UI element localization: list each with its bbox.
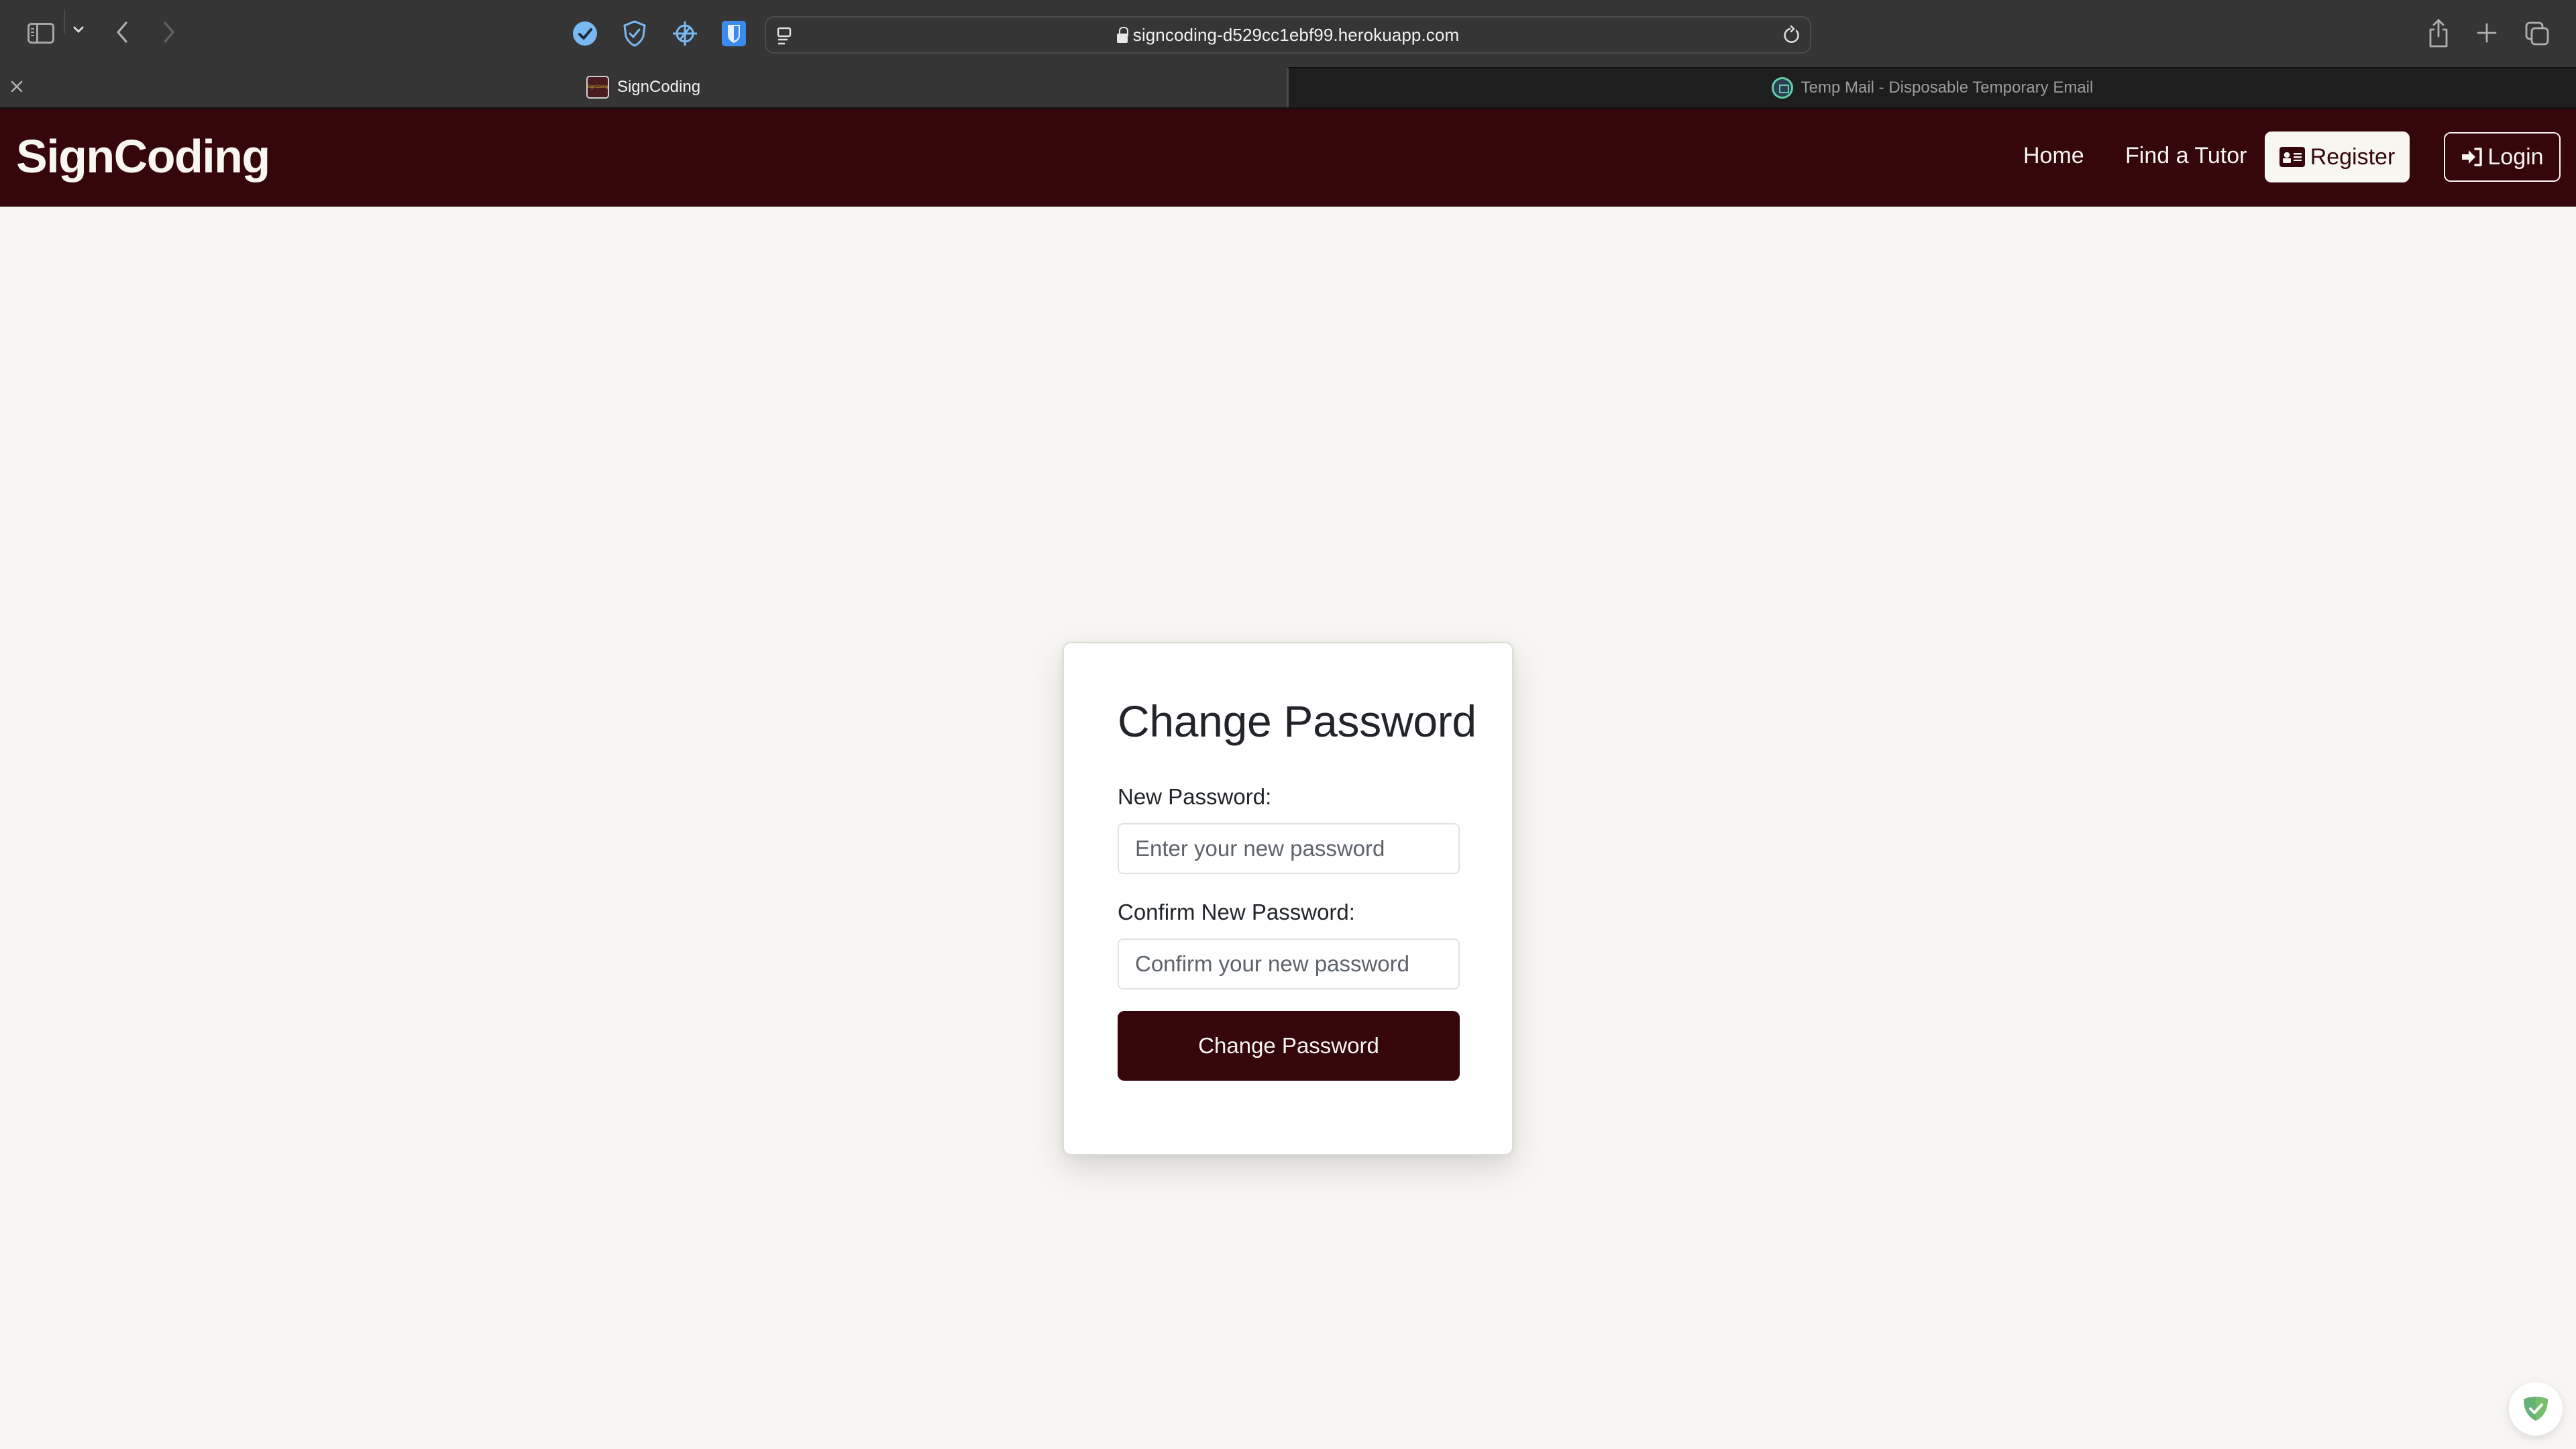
close-icon [11, 80, 23, 93]
plus-icon [2477, 23, 2497, 43]
sidebar-toggle-icon [28, 22, 54, 44]
confirm-password-input[interactable] [1118, 938, 1460, 989]
address-bar[interactable]: signcoding-d529cc1ebf99.herokuapp.com [765, 16, 1811, 54]
tab-overview-button[interactable] [2525, 21, 2549, 46]
tab-temp-mail[interactable]: Temp Mail - Disposable Temporary Email [1287, 67, 2576, 107]
id-card-icon [2279, 147, 2305, 167]
new-password-label: New Password: [1118, 784, 1272, 809]
forward-button[interactable] [160, 19, 178, 46]
new-password-input[interactable] [1118, 823, 1460, 874]
login-button[interactable]: Login [2444, 132, 2561, 182]
share-icon [2429, 19, 2448, 48]
back-arrow-icon [117, 21, 127, 43]
site-navbar: SignCoding Home Find a Tutor Register Lo… [0, 107, 2576, 207]
temp-mail-favicon [1771, 77, 1793, 99]
page-title: Change Password [1118, 696, 1477, 746]
bitwarden-extension-button[interactable] [720, 20, 747, 47]
change-password-card: Change Password New Password: Confirm Ne… [1063, 642, 1513, 1155]
login-label: Login [2487, 144, 2544, 170]
adguard-badge-button[interactable] [2509, 1382, 2563, 1436]
close-tab-button[interactable] [8, 78, 25, 95]
tab-bar: SignCoding SignCoding Temp Mail - Dispos… [0, 67, 2576, 107]
register-label: Register [2310, 144, 2396, 170]
main-content: Change Password New Password: Confirm Ne… [0, 207, 2576, 1449]
crosshair-extension-icon [673, 21, 697, 46]
checkmark-extension-icon [573, 21, 597, 46]
forward-arrow-icon [164, 21, 174, 43]
tab-signcoding[interactable]: SignCoding SignCoding [0, 67, 1287, 107]
reload-icon [1784, 25, 1799, 43]
extension-crosshair-button[interactable] [672, 20, 698, 47]
tab-title: Temp Mail - Disposable Temporary Email [1801, 78, 2094, 97]
sign-in-icon [2462, 148, 2483, 166]
shield-check-extension-icon [623, 20, 646, 47]
browser-toolbar: signcoding-d529cc1ebf99.herokuapp.com [0, 0, 2576, 67]
change-password-button[interactable]: Change Password [1118, 1011, 1460, 1081]
new-tab-button[interactable] [2477, 23, 2497, 43]
share-button[interactable] [2427, 19, 2450, 48]
url-text[interactable]: signcoding-d529cc1ebf99.herokuapp.com [1133, 25, 1459, 46]
nav-home-link[interactable]: Home [2023, 143, 2084, 169]
lock-icon [1116, 27, 1128, 43]
sidebar-toggle-button[interactable] [27, 22, 55, 44]
signcoding-favicon: SignCoding [586, 76, 609, 99]
back-button[interactable] [113, 19, 131, 46]
tab-overview-icon [2525, 21, 2549, 46]
confirm-password-label: Confirm New Password: [1118, 900, 1355, 924]
extension-shield-button[interactable] [621, 20, 648, 47]
nav-find-tutor-link[interactable]: Find a Tutor [2125, 143, 2247, 169]
adguard-shield-icon [2524, 1397, 2548, 1421]
chevron-down-icon [73, 26, 84, 34]
tab-group-menu-button[interactable] [70, 21, 87, 38]
tab-title: SignCoding [616, 78, 701, 96]
register-button[interactable]: Register [2265, 131, 2410, 182]
toolbar-separator [64, 9, 65, 34]
extension-checkmark-button[interactable] [572, 20, 598, 47]
bitwarden-shield-icon [722, 21, 746, 46]
brand-logo[interactable]: SignCoding [16, 129, 270, 183]
reload-button[interactable] [1782, 25, 1802, 46]
